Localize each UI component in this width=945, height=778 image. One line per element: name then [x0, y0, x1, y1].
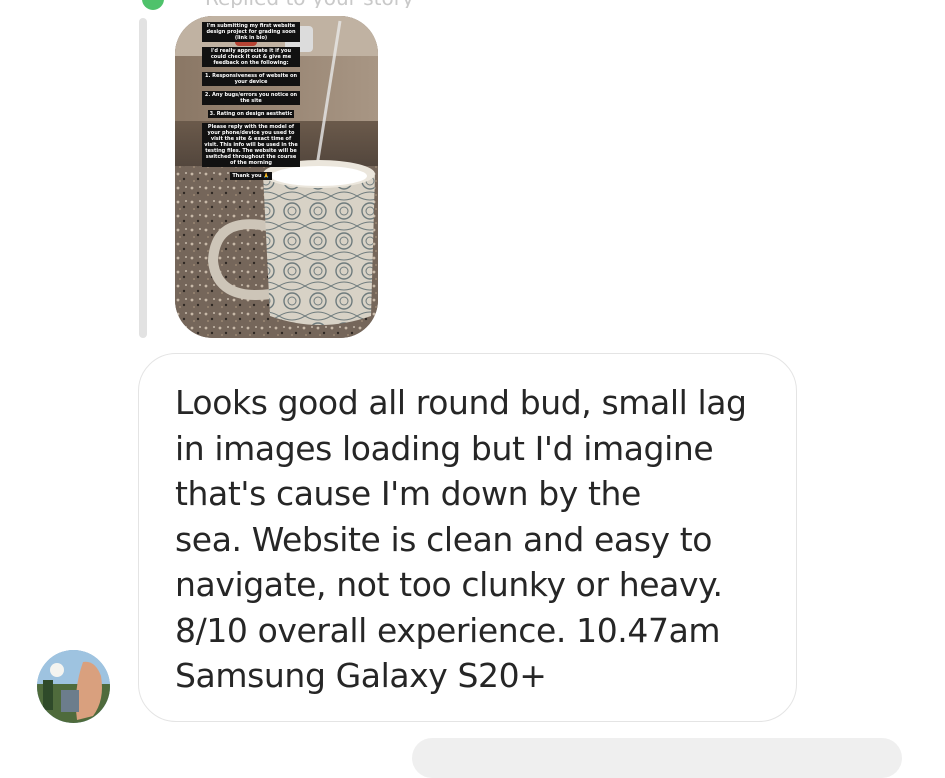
message-text: Looks good all round bud, small lag in i… [175, 383, 747, 695]
sender-avatar[interactable] [37, 650, 110, 723]
story-caption-line: 1. Responsiveness of website on your dev… [202, 72, 300, 86]
reply-status-icon [142, 0, 164, 10]
story-caption-stack: I'm submitting my first website design p… [175, 22, 325, 180]
story-caption-line: Please reply with the model of your phon… [202, 123, 300, 167]
reply-quote-bar [139, 18, 147, 338]
avatar-image [37, 650, 110, 723]
story-caption-line: Thank you 🙏 [230, 172, 272, 180]
message-bubble[interactable]: Looks good all round bud, small lag in i… [138, 353, 797, 722]
next-message-bubble[interactable] [412, 738, 902, 778]
story-caption-line: 3. Rating on design aesthetic [207, 110, 295, 118]
story-thumbnail[interactable]: I'm submitting my first website design p… [175, 16, 378, 338]
story-caption-line: I'd really appreciate it if you could ch… [202, 47, 300, 67]
story-caption-line: I'm submitting my first website design p… [202, 22, 300, 42]
story-caption-line: 2. Any bugs/errors you notice on the sit… [202, 91, 300, 105]
reply-header-text: Replied to your story [205, 0, 625, 8]
